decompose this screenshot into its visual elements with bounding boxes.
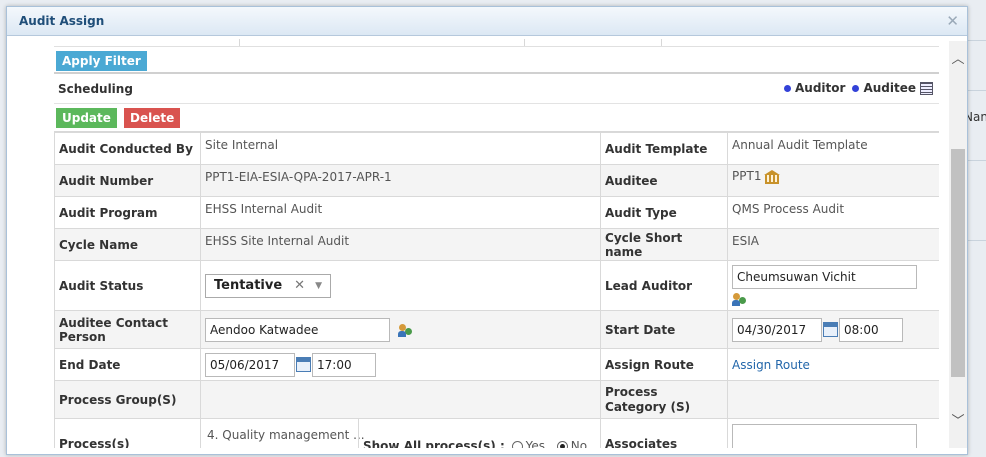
auditor-dot-icon — [784, 84, 792, 92]
associates-input[interactable] — [732, 424, 918, 448]
update-button[interactable]: Update — [56, 108, 117, 128]
table-row: Audit Status Tentative ✕ ▼ Lead Auditor … — [54, 260, 939, 311]
clipped-previous-row — [54, 39, 939, 47]
vertical-scrollbar[interactable]: ︿ ﹀ — [949, 41, 967, 448]
scheduling-legend: Auditor Auditee — [784, 81, 933, 95]
clear-icon[interactable]: ✕ — [294, 275, 305, 297]
calendar-list-icon[interactable] — [920, 81, 933, 95]
legend-auditor: Auditor — [795, 81, 846, 95]
dialog-titlebar[interactable]: Audit Assign ✕ — [7, 7, 967, 36]
processes-cell: 4. Quality management ... Show All proce… — [199, 418, 602, 448]
audit-number-value: PPT1-EIA-ESIA-QPA-2017-APR-1 — [199, 164, 602, 197]
auditee-value: PPT1 — [727, 164, 939, 197]
start-time-input[interactable]: 08:00 — [839, 317, 904, 342]
calendar-icon[interactable] — [823, 322, 839, 337]
audit-number-label: Audit Number — [54, 164, 201, 197]
show-all-no-label: No — [570, 439, 588, 448]
background-divider — [968, 240, 986, 241]
process-category-label: Process Category (S) — [600, 380, 729, 419]
lead-auditor-input[interactable]: Cheumsuwan Vichit — [732, 265, 918, 289]
table-row: End Date 05/06/2017 17:00 Assign Route As… — [54, 348, 939, 381]
cycle-name-label: Cycle Name — [54, 228, 201, 261]
table-row: Audit Program EHSS Internal Audit Audit … — [54, 196, 939, 229]
user-group-icon[interactable] — [397, 323, 414, 337]
assign-route-label: Assign Route — [600, 348, 729, 381]
audit-template-label: Audit Template — [600, 132, 729, 165]
end-date-input[interactable]: 05/06/2017 — [205, 352, 295, 377]
audit-assign-dialog: Audit Assign ✕ Apply Filter Scheduling A… — [6, 6, 968, 455]
show-all-yes-label: Yes — [525, 439, 545, 448]
close-icon[interactable]: ✕ — [946, 12, 959, 30]
end-date-label: End Date — [54, 348, 201, 381]
audit-type-value: QMS Process Audit — [727, 196, 939, 229]
scheduling-title: Scheduling — [58, 82, 133, 96]
audit-type-label: Audit Type — [600, 196, 729, 229]
chevron-down-icon[interactable]: ▼ — [315, 275, 322, 297]
table-row: Audit Number PPT1-EIA-ESIA-QPA-2017-APR-… — [54, 164, 939, 197]
filter-bar: Apply Filter — [54, 47, 939, 74]
apply-filter-button[interactable]: Apply Filter — [56, 51, 147, 71]
calendar-icon[interactable] — [296, 357, 311, 372]
start-date-label: Start Date — [600, 310, 729, 349]
action-bar: Update Delete — [54, 105, 939, 132]
cycle-name-value: EHSS Site Internal Audit — [199, 228, 602, 261]
processes-label: Process(s) — [54, 418, 201, 448]
lead-auditor-cell: Cheumsuwan Vichit — [727, 260, 939, 311]
end-date-cell: 05/06/2017 17:00 — [199, 348, 602, 381]
legend-auditee: Auditee — [863, 81, 916, 95]
scroll-down-icon[interactable]: ﹀ — [949, 413, 967, 431]
institution-icon[interactable] — [764, 169, 781, 184]
audit-status-cell: Tentative ✕ ▼ — [199, 260, 602, 311]
audit-template-value: Annual Audit Template — [727, 132, 939, 165]
delete-button[interactable]: Delete — [124, 108, 181, 128]
audit-details-table: Audit Conducted By Site Internal Audit T… — [54, 132, 939, 448]
process-category-value — [727, 380, 939, 419]
start-date-cell: 04/30/2017 08:00 — [727, 310, 939, 349]
show-all-label: Show All process(s) : — [363, 439, 505, 448]
lead-auditor-label: Lead Auditor — [600, 260, 729, 311]
show-all-no-radio[interactable] — [556, 441, 568, 448]
associates-cell — [727, 418, 939, 448]
cycle-short-name-label: Cycle Short name — [600, 228, 729, 261]
background-divider — [968, 40, 986, 41]
user-group-icon[interactable] — [732, 292, 748, 306]
audit-program-value: EHSS Internal Audit — [199, 196, 602, 229]
scroll-up-icon[interactable]: ︿ — [949, 51, 967, 69]
processes-value[interactable]: 4. Quality management ... — [207, 428, 365, 442]
scheduling-header: Scheduling Auditor Auditee — [54, 75, 939, 104]
show-all-yes-radio[interactable] — [511, 441, 523, 448]
audit-status-select[interactable]: Tentative ✕ ▼ — [205, 273, 331, 298]
auditee-contact-input[interactable]: Aendoo Katwadee — [205, 317, 390, 342]
table-row: Auditee Contact Person Aendoo Katwadee S… — [54, 310, 939, 349]
table-row: Audit Conducted By Site Internal Audit T… — [54, 132, 939, 165]
cycle-short-name-value: ESIA — [727, 228, 939, 261]
dialog-content: Apply Filter Scheduling Auditor Auditee … — [54, 39, 939, 448]
auditee-dot-icon — [852, 84, 860, 92]
background-divider — [968, 90, 986, 91]
auditee-label: Auditee — [600, 164, 729, 197]
background-divider — [968, 160, 986, 161]
auditee-contact-cell: Aendoo Katwadee — [199, 310, 602, 349]
end-time-input[interactable]: 17:00 — [312, 352, 376, 377]
audit-conducted-by-value: Site Internal — [199, 132, 602, 165]
table-row: Process Group(S) Process Category (S) — [54, 380, 939, 419]
table-row: Cycle Name EHSS Site Internal Audit Cycl… — [54, 228, 939, 261]
audit-status-label: Audit Status — [54, 260, 201, 311]
audit-program-label: Audit Program — [54, 196, 201, 229]
process-group-value — [199, 380, 602, 419]
dialog-title: Audit Assign — [19, 14, 105, 28]
table-row: Process(s) 4. Quality management ... Sho… — [54, 418, 939, 448]
auditee-contact-label: Auditee Contact Person — [54, 310, 201, 349]
assign-route-cell: Assign Route — [727, 348, 939, 381]
assign-route-link[interactable]: Assign Route — [732, 358, 810, 372]
cell-divider — [358, 419, 359, 448]
scrollbar-thumb[interactable] — [951, 149, 965, 377]
associates-label: Associates — [600, 418, 729, 448]
start-date-input[interactable]: 04/30/2017 — [732, 317, 823, 342]
audit-conducted-by-label: Audit Conducted By — [54, 132, 201, 165]
audit-status-selected: Tentative — [214, 277, 283, 293]
process-group-label: Process Group(S) — [54, 380, 201, 419]
